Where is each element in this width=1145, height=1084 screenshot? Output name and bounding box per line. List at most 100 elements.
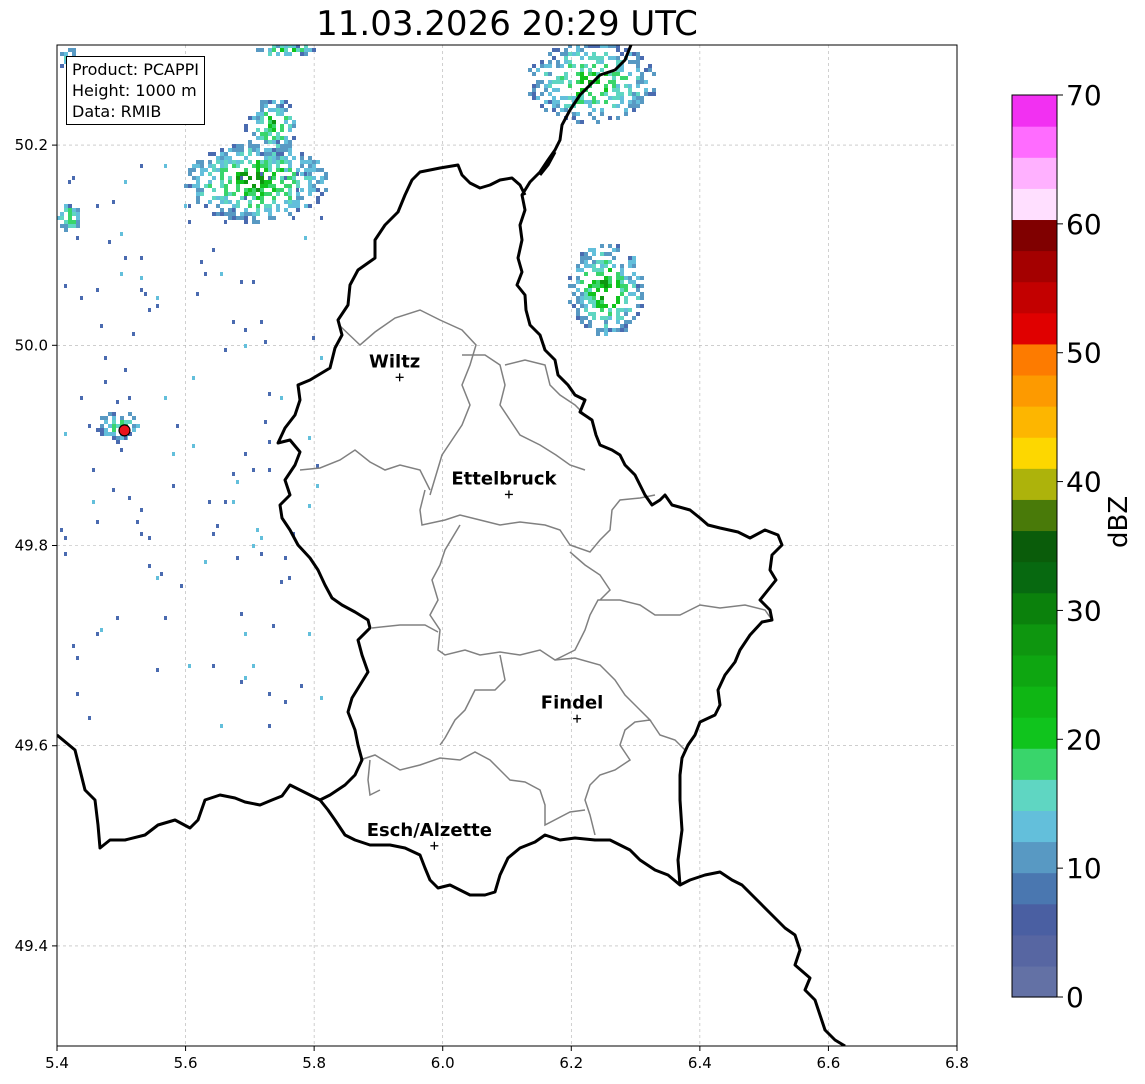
echo-speck <box>180 584 183 588</box>
echo-speck <box>260 536 263 540</box>
echo-cell <box>252 116 256 120</box>
echo-cell <box>112 420 116 424</box>
echo-cell <box>280 108 284 112</box>
echo-speck <box>76 656 79 660</box>
echo-speck <box>252 468 255 472</box>
echo-speck <box>140 256 143 260</box>
echo-cell <box>632 108 636 112</box>
echo-cell <box>224 152 228 156</box>
echo-cell <box>636 60 640 64</box>
echo-speck <box>252 664 255 668</box>
echo-cell <box>652 72 656 76</box>
echo-cell <box>624 108 628 112</box>
echo-cell <box>608 80 612 84</box>
echo-cell <box>284 192 288 196</box>
echo-cell <box>272 172 276 176</box>
echo-cell <box>616 48 620 52</box>
echo-cell <box>588 100 592 104</box>
echo-cell <box>536 80 540 84</box>
echo-cell <box>296 48 300 52</box>
echo-cell <box>288 176 292 180</box>
echo-cell <box>64 224 68 228</box>
echo-speck <box>224 220 227 224</box>
echo-speck <box>176 424 179 428</box>
echo-cell <box>284 160 288 164</box>
echo-cell <box>604 276 608 280</box>
echo-cell <box>584 64 588 68</box>
echo-cell <box>548 64 552 68</box>
echo-cell <box>272 188 276 192</box>
echo-speck <box>188 664 191 668</box>
echo-cell <box>260 100 264 104</box>
echo-cell <box>640 276 644 280</box>
echo-cell <box>600 260 604 264</box>
echo-cell <box>596 260 600 264</box>
echo-cell <box>568 284 572 288</box>
echo-cell <box>316 168 320 172</box>
echo-cell <box>632 52 636 56</box>
echo-cell <box>256 152 260 156</box>
echo-cell <box>276 188 280 192</box>
echo-cell <box>284 156 288 160</box>
echo-cell <box>568 300 572 304</box>
echo-speck <box>204 272 207 276</box>
echo-cell <box>620 308 624 312</box>
echo-cell <box>608 276 612 280</box>
echo-cell <box>588 288 592 292</box>
echo-cell <box>576 264 580 268</box>
echo-cell <box>576 280 580 284</box>
echo-cell <box>540 64 544 68</box>
echo-cell <box>276 104 280 108</box>
echo-cell <box>276 148 280 152</box>
echo-cell <box>592 292 596 296</box>
echo-cell <box>60 52 64 56</box>
echo-cell <box>612 104 616 108</box>
echo-cell <box>244 192 248 196</box>
echo-cell <box>624 296 628 300</box>
echo-cell <box>288 52 292 56</box>
echo-cell <box>588 72 592 76</box>
echo-cell <box>604 260 608 264</box>
echo-cell <box>240 172 244 176</box>
echo-speck <box>96 632 99 636</box>
echo-cell <box>204 204 208 208</box>
echo-cell <box>304 168 308 172</box>
echo-speck <box>284 556 287 560</box>
echo-cell <box>252 220 256 224</box>
echo-speck <box>124 436 127 440</box>
echo-cell <box>608 244 612 248</box>
echo-cell <box>200 192 204 196</box>
echo-cell <box>644 88 648 92</box>
echo-cell <box>200 160 204 164</box>
echo-speck <box>268 392 271 396</box>
echo-cell <box>600 112 604 116</box>
echo-cell <box>244 128 248 132</box>
echo-speck <box>140 532 143 536</box>
radar-site-marker <box>118 424 131 437</box>
echo-speck <box>96 204 99 208</box>
colorbar-segment <box>1012 779 1057 811</box>
echo-cell <box>268 108 272 112</box>
echo-speck <box>160 572 163 576</box>
echo-cell <box>612 328 616 332</box>
echo-cell <box>276 152 280 156</box>
colorbar-segment <box>1012 903 1057 936</box>
echo-cell <box>540 92 544 96</box>
echo-speck <box>80 296 83 300</box>
echo-cell <box>292 156 296 160</box>
echo-cell <box>540 60 544 64</box>
echo-cell <box>568 96 572 100</box>
echo-cell <box>588 300 592 304</box>
echo-cell <box>552 108 556 112</box>
echo-cell <box>620 292 624 296</box>
echo-cell <box>620 96 624 100</box>
echo-speck <box>312 336 315 340</box>
echo-cell <box>244 220 248 224</box>
echo-cell <box>288 196 292 200</box>
echo-speck <box>240 176 243 180</box>
echo-cell <box>236 184 240 188</box>
echo-cell <box>296 192 300 196</box>
echo-cell <box>100 416 104 420</box>
echo-cell <box>584 308 588 312</box>
echo-cell <box>204 168 208 172</box>
